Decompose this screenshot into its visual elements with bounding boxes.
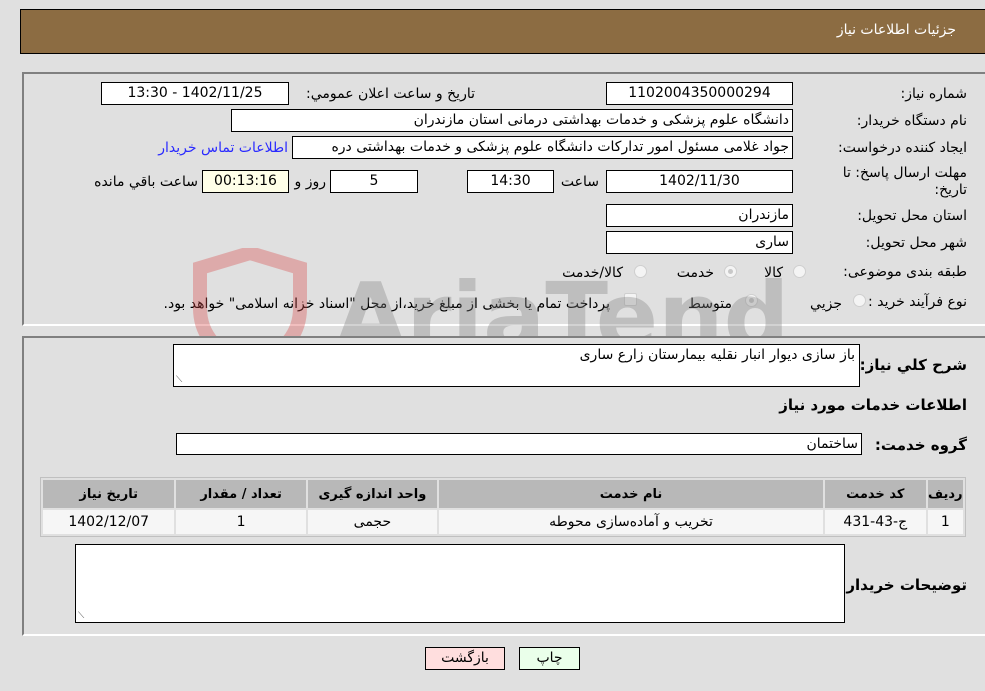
- page-title: جزئیات اطلاعات نیاز: [836, 22, 956, 38]
- treasury-note: پرداخت تمام یا بخشی از مبلغ خرید،از محل …: [163, 296, 610, 312]
- table-row: 1 ج-43-431 تخریب و آماده‌سازی محوطه حجمی…: [43, 510, 963, 534]
- requester-field: جواد غلامی مسئول امور تدارکات دانشگاه عل…: [292, 136, 793, 159]
- col-header-quantity: تعداد / مقدار: [176, 480, 306, 508]
- time-remaining-field: 00:13:16: [202, 170, 289, 193]
- announce-datetime-field: 1402/11/25 - 13:30: [101, 82, 289, 105]
- category-option-goods-service: کالا/خدمت: [562, 265, 623, 281]
- service-group-label: گروه خدمت:: [874, 436, 967, 454]
- province-label: استان محل تحویل:: [857, 208, 967, 224]
- service-group-field: ساختمان: [176, 433, 862, 455]
- deadline-time-label: ساعت: [560, 174, 599, 190]
- services-section-title: اطلاعات خدمات مورد نیاز: [779, 396, 967, 414]
- days-label: روز و: [294, 174, 327, 190]
- purchase-option-medium: متوسط: [688, 296, 732, 312]
- services-table: ردیف کد خدمت نام خدمت واحد اندازه گیری ت…: [40, 477, 966, 537]
- cell-service-name: تخریب و آماده‌سازی محوطه: [439, 510, 823, 534]
- description-label: شرح كلي نياز:: [859, 356, 967, 374]
- deadline-label: مهلت ارسال پاسخ: تا تاریخ:: [842, 165, 967, 198]
- purchase-radio-medium[interactable]: [745, 294, 758, 307]
- col-header-need-date: تاریخ نیاز: [43, 480, 175, 508]
- buyer-notes-textarea[interactable]: ⟋: [75, 544, 845, 623]
- category-option-service: خدمت: [676, 265, 714, 281]
- buyer-org-field: دانشگاه علوم پزشکی و خدمات بهداشتی درمان…: [231, 109, 793, 132]
- cell-row-number: 1: [927, 510, 963, 534]
- category-radio-service[interactable]: [724, 265, 737, 278]
- deadline-time-field: 14:30: [467, 170, 554, 193]
- table-header-row: ردیف کد خدمت نام خدمت واحد اندازه گیری ت…: [43, 480, 963, 508]
- cell-service-code: ج-43-431: [824, 510, 926, 534]
- print-button[interactable]: چاپ: [519, 647, 580, 670]
- category-label: طبقه بندی موضوعی:: [843, 264, 967, 280]
- requester-label: ایجاد کننده درخواست:: [838, 140, 967, 156]
- deadline-date-field: 1402/11/30: [606, 170, 793, 193]
- cell-quantity: 1: [176, 510, 306, 534]
- buyer-notes-label: توضیحات خریدار:: [840, 576, 967, 594]
- city-field: ساری: [606, 231, 793, 254]
- need-number-label: شماره نیاز:: [900, 86, 968, 102]
- province-field: مازندران: [606, 204, 793, 227]
- treasury-checkbox[interactable]: [624, 293, 637, 306]
- category-option-goods: کالا: [764, 265, 783, 281]
- category-radio-goods[interactable]: [793, 265, 806, 278]
- resize-grip-icon[interactable]: ⟋: [176, 375, 182, 385]
- col-header-unit: واحد اندازه گیری: [307, 480, 438, 508]
- city-label: شهر محل تحویل:: [865, 235, 967, 251]
- time-remaining-label: ساعت باقي مانده: [94, 174, 198, 190]
- back-button[interactable]: بازگشت: [425, 647, 505, 670]
- buyer-contact-link[interactable]: اطلاعات تماس خریدار: [158, 140, 288, 156]
- purchase-radio-minor[interactable]: [853, 294, 866, 307]
- purchase-option-minor: جزيي: [810, 296, 842, 312]
- need-number-field: 1102004350000294: [606, 82, 793, 105]
- category-radio-goods-service[interactable]: [634, 265, 647, 278]
- buyer-org-label: نام دستگاه خریدار:: [856, 113, 967, 129]
- description-textarea[interactable]: باز سازی دیوار انبار نقلیه بیمارستان زار…: [173, 344, 860, 387]
- cell-need-date: 1402/12/07: [43, 510, 175, 534]
- description-text: باز سازی دیوار انبار نقلیه بیمارستان زار…: [579, 347, 855, 363]
- cell-unit: حجمی: [307, 510, 438, 534]
- col-header-service-name: نام خدمت: [439, 480, 823, 508]
- days-remaining-field: 5: [330, 170, 418, 193]
- announce-datetime-label: تاریخ و ساعت اعلان عمومي:: [306, 86, 475, 102]
- purchase-type-label: نوع فرآیند خرید :: [868, 294, 967, 310]
- resize-grip-icon[interactable]: ⟋: [78, 611, 84, 621]
- col-header-row-number: ردیف: [927, 480, 963, 508]
- col-header-service-code: کد خدمت: [824, 480, 926, 508]
- page-header: جزئیات اطلاعات نیاز: [20, 9, 985, 54]
